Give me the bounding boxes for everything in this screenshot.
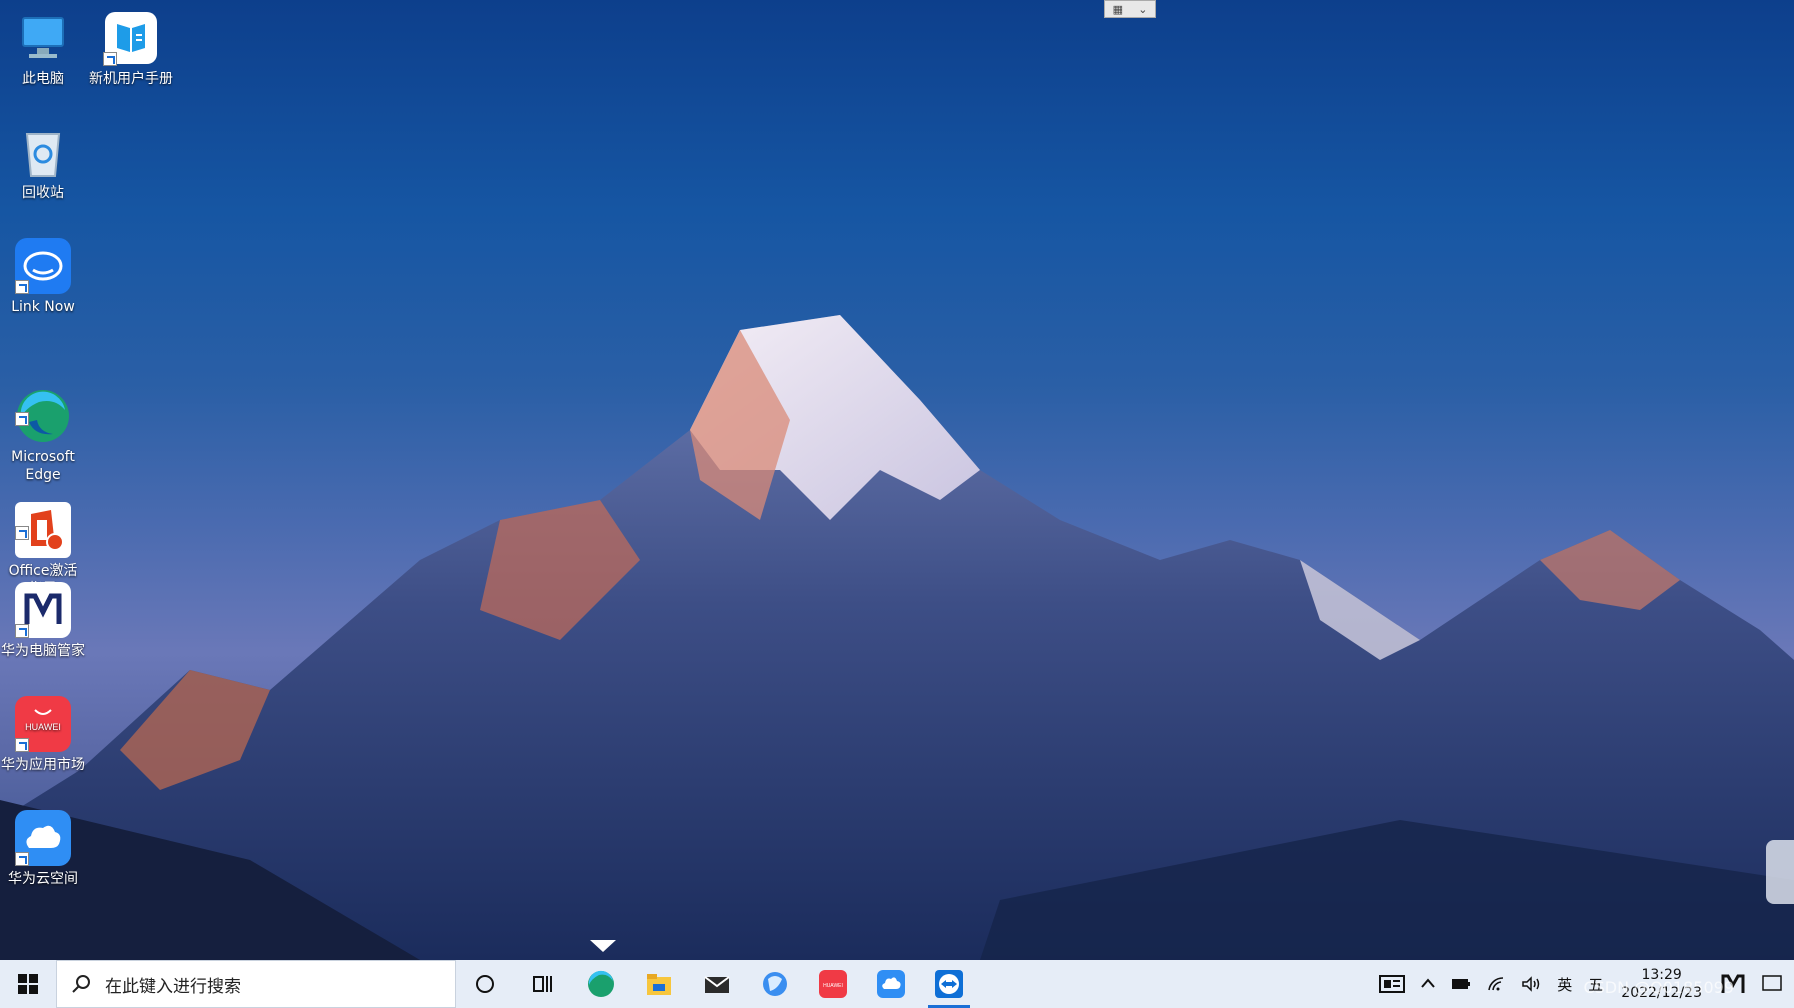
- browser-icon: [763, 972, 787, 996]
- watermark: CSDN @Q0185099: [1583, 978, 1734, 997]
- desktop-icon-user-manual[interactable]: 新机用户手册: [88, 4, 174, 88]
- show-hidden-icons-button[interactable]: [1413, 977, 1443, 991]
- volume-icon: [1522, 976, 1540, 992]
- battery-icon: [1452, 979, 1471, 989]
- shortcut-arrow-icon: [15, 852, 29, 866]
- ime-language[interactable]: 英: [1549, 974, 1580, 995]
- notification-center-button[interactable]: [1754, 975, 1794, 993]
- recycle-bin-icon: [15, 124, 71, 180]
- side-panel-tab[interactable]: [1766, 840, 1794, 904]
- desktop-icon-this-pc[interactable]: 此电脑: [0, 4, 86, 88]
- taskbar-file-explorer[interactable]: [630, 960, 688, 1008]
- notification-icon: [1762, 975, 1782, 991]
- chevron-up-icon: [1421, 978, 1436, 988]
- mountain-wallpaper: [0, 315, 1794, 960]
- battery-button[interactable]: [1443, 978, 1479, 990]
- search-icon: [72, 975, 90, 993]
- cortana-button[interactable]: [456, 960, 514, 1008]
- search-placeholder: 在此键入进行搜索: [105, 976, 241, 997]
- desktop-icon-cloud-space[interactable]: 华为云空间: [0, 804, 86, 888]
- mail-icon: [704, 976, 730, 993]
- grid-icon[interactable]: ▦: [1113, 3, 1123, 16]
- news-widget-button[interactable]: [1371, 974, 1413, 994]
- news-icon: [1379, 975, 1406, 993]
- svg-text:HUAWEI: HUAWEI: [25, 722, 61, 732]
- chevron-down-icon[interactable]: ⌄: [1138, 3, 1147, 16]
- shortcut-arrow-icon: [103, 52, 117, 66]
- taskbar-cloud[interactable]: [862, 960, 920, 1008]
- cloud-icon: [877, 970, 905, 998]
- taskbar-edge[interactable]: [572, 960, 630, 1008]
- teamviewer-icon: [935, 970, 963, 998]
- taskbar-teamviewer[interactable]: [920, 960, 978, 1008]
- taskbar-browser[interactable]: [746, 960, 804, 1008]
- wifi-button[interactable]: [1479, 976, 1513, 992]
- shortcut-arrow-icon: [15, 526, 29, 540]
- shortcut-arrow-icon: [15, 738, 29, 752]
- cortana-icon: [476, 975, 494, 993]
- taskbar: 在此键入进行搜索 HUAWEI 英 五 13:29 2022/12/23: [0, 960, 1794, 1008]
- computer-icon: [15, 10, 71, 66]
- collapse-arrow-icon[interactable]: [590, 940, 616, 952]
- task-view-button[interactable]: [514, 960, 572, 1008]
- wifi-icon: [1488, 977, 1504, 991]
- desktop-icon-pc-manager[interactable]: 华为电脑管家: [0, 576, 86, 660]
- taskbar-huawei-appgallery[interactable]: HUAWEI: [804, 960, 862, 1008]
- desktop: ▦ ⌄ 此电脑 新机用户手册 回收站 Link Now Microsoft Ed…: [0, 0, 1794, 960]
- svg-text:HUAWEI: HUAWEI: [823, 983, 843, 989]
- huawei-appgallery-icon: HUAWEI: [819, 970, 847, 998]
- taskbar-mail[interactable]: [688, 960, 746, 1008]
- desktop-icon-recycle-bin[interactable]: 回收站: [0, 118, 86, 202]
- ime-toolbar[interactable]: ▦ ⌄: [1104, 0, 1156, 18]
- task-view-icon: [533, 976, 552, 992]
- search-box[interactable]: 在此键入进行搜索: [56, 960, 456, 1008]
- volume-button[interactable]: [1513, 976, 1549, 992]
- shortcut-arrow-icon: [15, 412, 29, 426]
- windows-logo-icon: [18, 974, 38, 994]
- desktop-icon-link-now[interactable]: Link Now: [0, 232, 86, 316]
- shortcut-arrow-icon: [15, 624, 29, 638]
- edge-icon: [588, 970, 614, 997]
- shortcut-arrow-icon: [15, 280, 29, 294]
- start-button[interactable]: [0, 960, 56, 1008]
- desktop-icon-app-market[interactable]: HUAWEI 华为应用市场: [0, 690, 86, 774]
- file-explorer-icon: [647, 974, 671, 995]
